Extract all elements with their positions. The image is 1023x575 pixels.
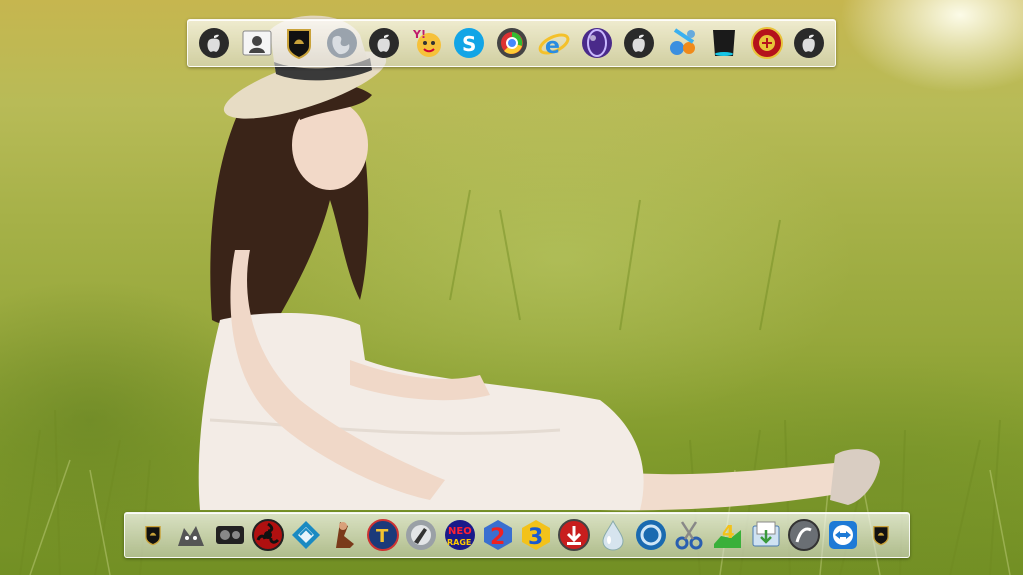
neo-ragex-icon[interactable]: NEO RAGE [442, 517, 478, 553]
apple-icon[interactable] [196, 25, 232, 61]
lamborghini-icon[interactable] [281, 25, 317, 61]
refresh-ring-icon[interactable] [633, 517, 669, 553]
bottom-dock: T NEO RAGE 2 3 4 [124, 512, 910, 558]
svg-text:2: 2 [490, 525, 505, 550]
svg-text:T: T [376, 526, 389, 547]
svg-text:e: e [545, 34, 560, 59]
teamviewer-icon[interactable] [825, 517, 861, 553]
top-dock: Y! S e [187, 19, 836, 67]
fighter-game-icon[interactable] [327, 517, 363, 553]
apple-icon[interactable] [791, 25, 827, 61]
grass-texture [19, 189, 1011, 575]
svg-text:3: 3 [528, 525, 543, 550]
system-tools-icon[interactable] [664, 25, 700, 61]
emblem-icon[interactable] [288, 517, 324, 553]
lamborghini-icon[interactable] [863, 517, 899, 553]
svg-text:4: 4 [722, 522, 735, 543]
svg-text:RAGE: RAGE [447, 538, 471, 547]
apple-icon[interactable] [621, 25, 657, 61]
svg-text:Y!: Y! [412, 28, 426, 41]
gears-icon[interactable] [212, 517, 248, 553]
skype-icon[interactable]: S [451, 25, 487, 61]
download-icon[interactable] [556, 517, 592, 553]
svg-text:NEO: NEO [448, 526, 472, 537]
grey-orb-icon[interactable] [786, 517, 822, 553]
install-box-icon[interactable] [748, 517, 784, 553]
yahoo-messenger-icon[interactable]: Y! [409, 25, 445, 61]
internet-explorer-icon[interactable]: e [536, 25, 572, 61]
purple-orb-icon[interactable] [579, 25, 615, 61]
browser-icon[interactable] [494, 25, 530, 61]
game-3-icon[interactable]: 3 [518, 517, 554, 553]
game-4-icon[interactable]: 4 [710, 517, 746, 553]
manchester-united-icon[interactable] [749, 25, 785, 61]
svg-text:S: S [462, 32, 476, 56]
apple-icon[interactable] [366, 25, 402, 61]
cat-game-icon[interactable] [173, 517, 209, 553]
game-2-icon[interactable]: 2 [480, 517, 516, 553]
sharingan-icon[interactable] [250, 517, 286, 553]
contacts-icon[interactable] [239, 25, 275, 61]
counter-strike-icon[interactable] [403, 517, 439, 553]
lamborghini-icon[interactable] [135, 517, 171, 553]
globe-icon[interactable] [324, 25, 360, 61]
water-drop-icon[interactable] [595, 517, 631, 553]
scissors-icon[interactable] [671, 517, 707, 553]
trash-icon[interactable] [706, 25, 742, 61]
tekken-icon[interactable]: T [365, 517, 401, 553]
